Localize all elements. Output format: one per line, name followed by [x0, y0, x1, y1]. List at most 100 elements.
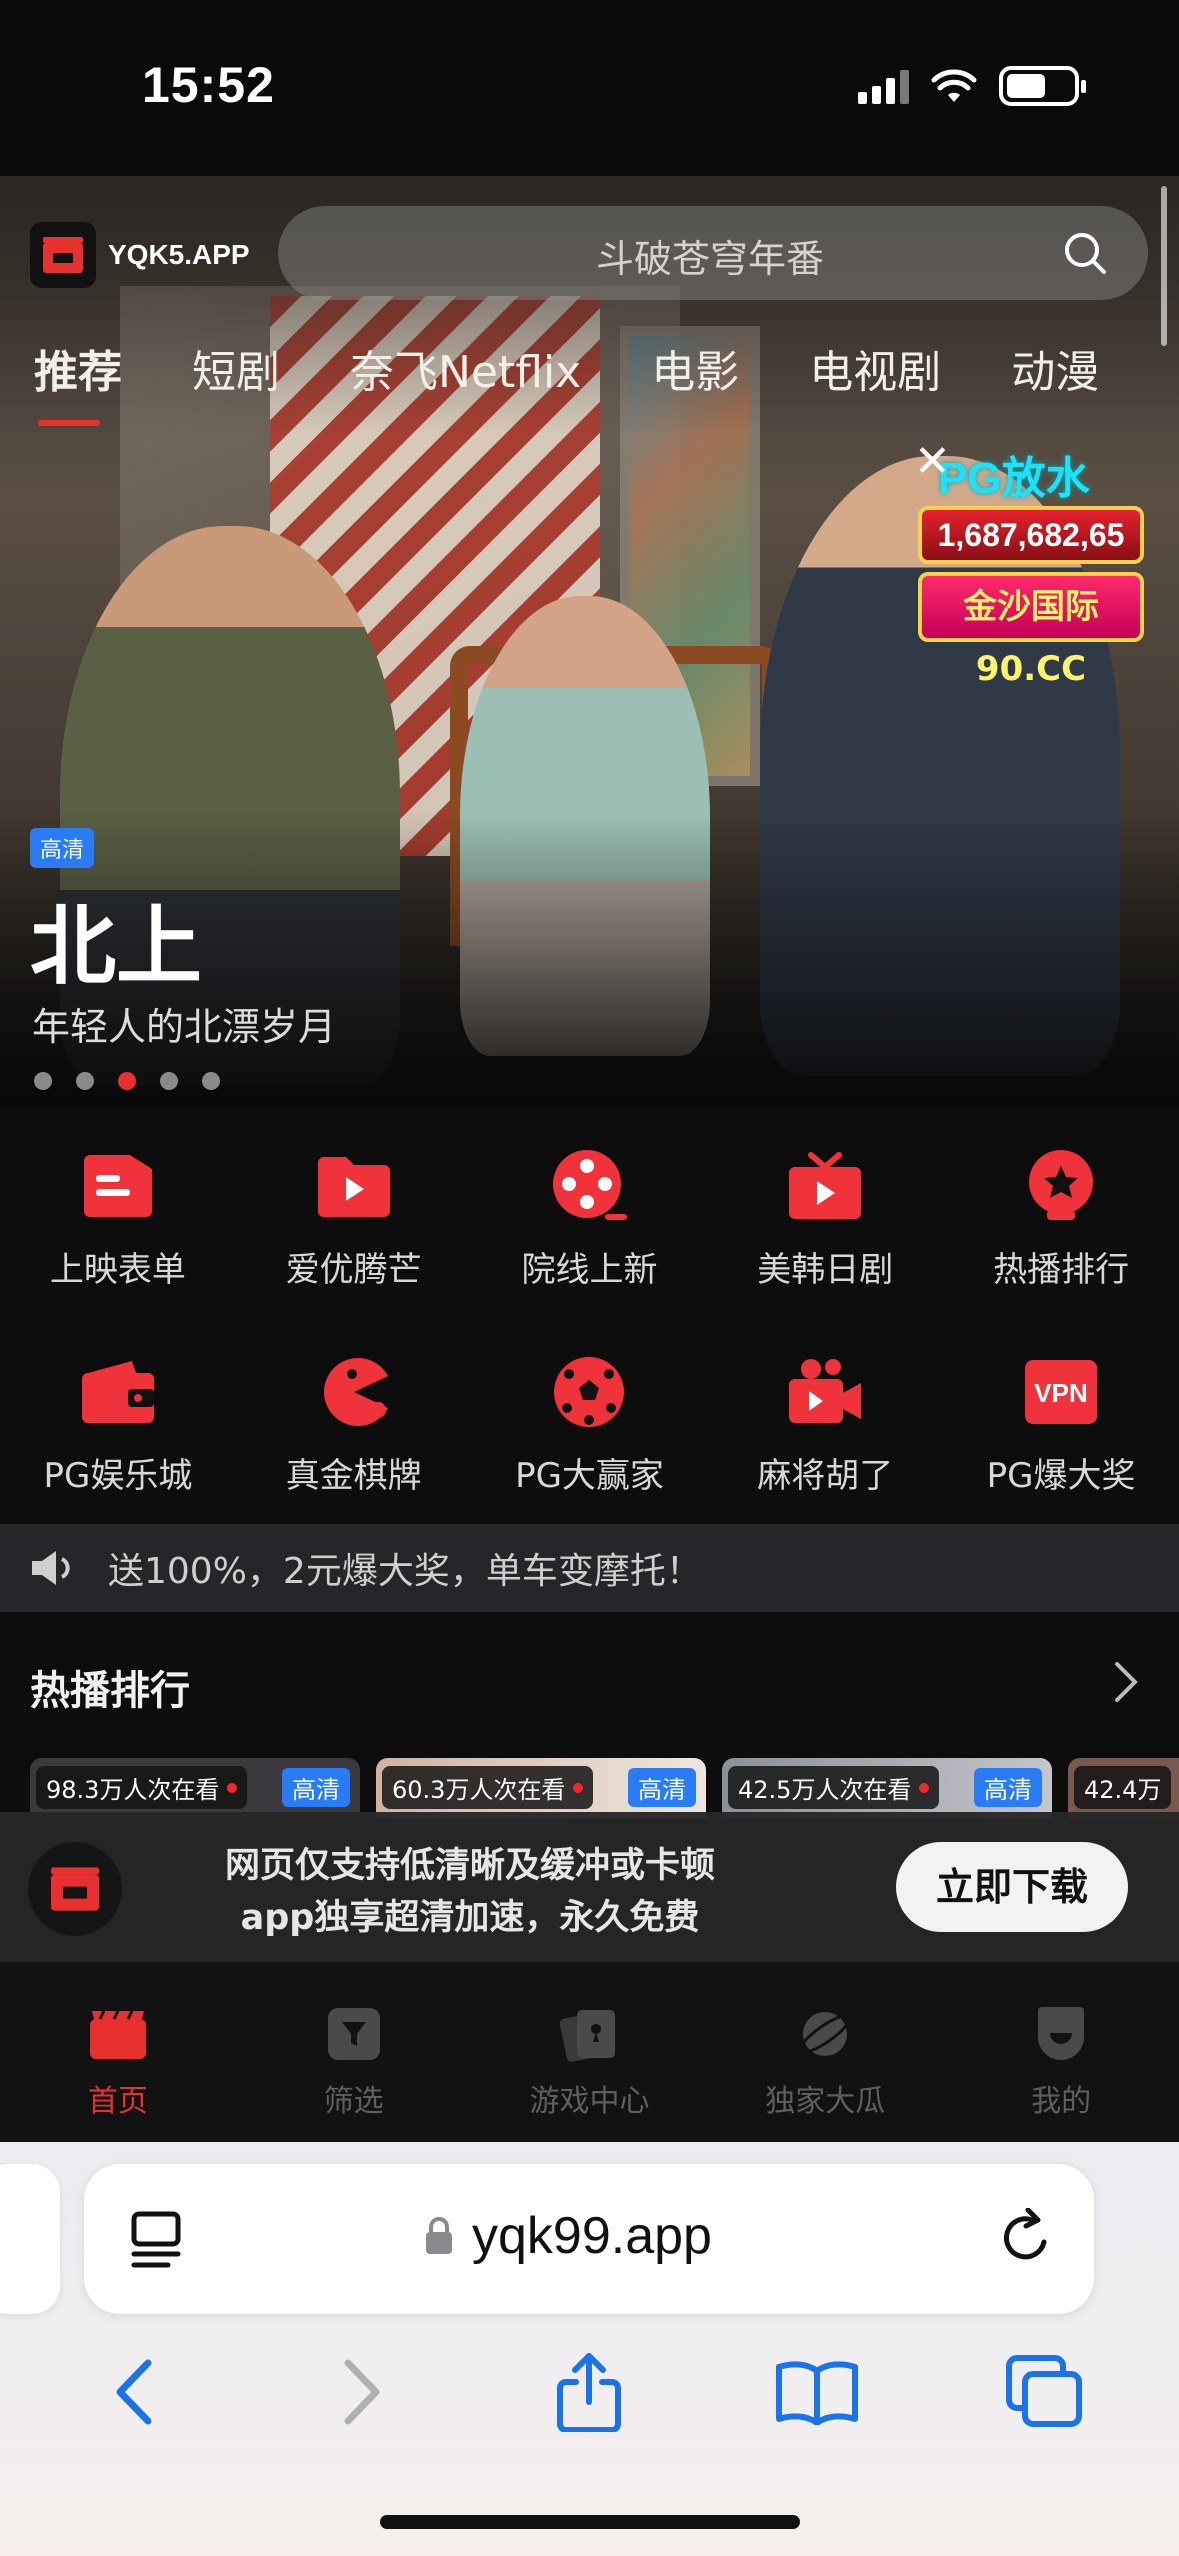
- carousel-dot[interactable]: [202, 1072, 220, 1090]
- pacman-icon: [316, 1354, 392, 1430]
- logo-icon: [30, 222, 96, 288]
- status-bar: 15:52: [0, 0, 1179, 176]
- forward-button[interactable]: [312, 2342, 412, 2442]
- chevron-left-icon: [116, 2359, 152, 2425]
- tabbar-profile[interactable]: 我的: [943, 1962, 1179, 2142]
- film-reel-icon: [551, 1148, 628, 1224]
- quality-badge: 高清: [282, 1768, 350, 1807]
- browser-chrome: yqk99.app: [0, 2142, 1179, 2556]
- status-icons: [858, 66, 1086, 106]
- bookmarks-button[interactable]: [767, 2342, 867, 2442]
- tabbar-filter[interactable]: 筛选: [236, 1962, 472, 2142]
- tab-tv-series[interactable]: 电视剧: [809, 336, 941, 400]
- download-banner: 网页仅支持低清晰及缓冲或卡顿 app独享超清加速，永久免费 立即下载: [0, 1812, 1179, 1962]
- tabbar-exclusive[interactable]: 独家大瓜: [707, 1962, 943, 2142]
- search-icon[interactable]: [1062, 230, 1108, 276]
- category-pg-winner[interactable]: PG大赢家: [472, 1354, 708, 1497]
- quality-badge: 高清: [30, 828, 95, 868]
- video-card[interactable]: 98.3万人次在看 高清: [30, 1758, 360, 1818]
- address-bar[interactable]: yqk99.app: [84, 2164, 1094, 2314]
- category-foreign-drama[interactable]: 美韩日剧: [707, 1148, 943, 1291]
- category-now-showing[interactable]: 上映表单: [0, 1148, 236, 1291]
- reload-icon[interactable]: [998, 2208, 1054, 2268]
- category-hot-ranking[interactable]: 热播排行: [943, 1148, 1179, 1291]
- category-chess-cards[interactable]: 真金棋牌: [236, 1354, 472, 1497]
- wallet-icon: [80, 1354, 156, 1430]
- category-pg-jackpot[interactable]: VPN PG爆大奖: [943, 1354, 1179, 1497]
- video-card[interactable]: 42.5万人次在看 高清: [722, 1758, 1052, 1818]
- view-count: 60.3万人次在看: [382, 1766, 594, 1809]
- quality-badge: 高清: [974, 1768, 1042, 1807]
- url-display[interactable]: yqk99.app: [424, 2206, 712, 2266]
- announcement-bar[interactable]: 送100%，2元爆大奖，单车变摩托！: [0, 1524, 1179, 1612]
- video-card[interactable]: 60.3万人次在看 高清: [376, 1758, 706, 1818]
- category-streaming[interactable]: 爱优腾芒: [236, 1148, 472, 1291]
- tabbar-home[interactable]: 首页: [0, 1962, 236, 2142]
- chevron-right-icon: [344, 2359, 380, 2425]
- browser-toolbar: [0, 2342, 1179, 2442]
- quality-badge: 高清: [628, 1768, 696, 1807]
- hero-title[interactable]: 北上: [30, 876, 202, 1001]
- share-icon: [557, 2353, 622, 2432]
- ad-title: PG放水: [938, 454, 1090, 503]
- status-time: 15:52: [142, 57, 275, 113]
- hot-card-list: 98.3万人次在看 高清 60.3万人次在看 高清 42.5万人次在看 高清 4…: [30, 1758, 1179, 1818]
- planet-icon: [795, 2004, 855, 2064]
- scroll-indicator: [1161, 186, 1167, 346]
- tv-play-icon: [787, 1148, 863, 1224]
- profile-icon: [1031, 2004, 1091, 2064]
- carousel-dot-active[interactable]: [118, 1072, 136, 1090]
- wifi-icon: [931, 69, 977, 102]
- view-count: 98.3万人次在看: [36, 1766, 248, 1809]
- soccer-ball-icon: [551, 1354, 627, 1430]
- category-tabs: 推荐 短剧 奈飞Netflix 电影 电视剧 动漫: [34, 336, 1179, 400]
- page-menu-icon[interactable]: [130, 2210, 186, 2270]
- download-message: 网页仅支持低清晰及缓冲或卡顿 app独享超清加速，永久免费: [224, 1846, 715, 1938]
- folder-play-icon: [316, 1148, 392, 1224]
- filter-icon: [324, 2004, 384, 2064]
- carousel-dot[interactable]: [160, 1072, 178, 1090]
- search-bar[interactable]: 斗破苍穹年番: [278, 206, 1148, 300]
- view-count: 42.5万人次在看: [728, 1766, 940, 1809]
- hero-subtitle: 年轻人的北漂岁月: [32, 1005, 337, 1049]
- tabs-icon: [1006, 2355, 1083, 2427]
- clapperboard-icon: [88, 2004, 148, 2064]
- home-indicator: [380, 2515, 800, 2529]
- floating-ad[interactable]: PG放水 1,687,682,65 金沙国际90.CC: [918, 442, 1148, 822]
- category-grid: 上映表单 爱优腾芒 院线上新 美韩日剧 热播排行 PG娱乐城 真金棋牌 PG大赢…: [0, 1110, 1179, 1524]
- active-tab-indicator: [38, 420, 100, 426]
- category-mahjong[interactable]: 麻将胡了: [707, 1354, 943, 1497]
- ad-close-icon[interactable]: ✕: [914, 436, 951, 487]
- tab-short-drama[interactable]: 短剧: [192, 336, 280, 400]
- share-button[interactable]: [539, 2342, 639, 2442]
- announcement-text: 送100%，2元爆大奖，单车变摩托！: [108, 1551, 702, 1592]
- book-icon: [776, 2361, 859, 2425]
- star-medal-icon: [1023, 1148, 1099, 1224]
- bottom-tab-bar: 首页 筛选 游戏中心 独家大瓜 我的: [0, 1962, 1179, 2142]
- tab-recommend[interactable]: 推荐: [34, 336, 122, 400]
- tabbar-game-center[interactable]: 游戏中心: [472, 1962, 708, 2142]
- cellular-signal-icon: [858, 68, 909, 104]
- category-pg-casino[interactable]: PG娱乐城: [0, 1354, 236, 1497]
- app-logo[interactable]: YQK5.APP: [30, 222, 250, 288]
- url-text: yqk99.app: [472, 2207, 712, 2265]
- download-button[interactable]: 立即下载: [896, 1842, 1128, 1932]
- hero-banner[interactable]: YQK5.APP 斗破苍穹年番 推荐 短剧 奈飞Netflix 电影 电视剧 动…: [0, 176, 1179, 1110]
- tab-movies[interactable]: 电影: [651, 336, 739, 400]
- tabs-button[interactable]: [995, 2342, 1095, 2442]
- view-count: 42.4万: [1074, 1766, 1172, 1809]
- tab-anime[interactable]: 动漫: [1011, 336, 1099, 400]
- carousel-dot[interactable]: [76, 1072, 94, 1090]
- search-placeholder: 斗破苍穹年番: [596, 237, 825, 281]
- back-button[interactable]: [84, 2342, 184, 2442]
- speaker-icon: [32, 1551, 70, 1585]
- category-cinema-new[interactable]: 院线上新: [472, 1148, 708, 1291]
- lock-icon: [426, 2217, 452, 2254]
- video-card[interactable]: 42.4万: [1068, 1758, 1179, 1818]
- carousel-dot[interactable]: [34, 1072, 52, 1090]
- previous-tab-preview[interactable]: [0, 2164, 60, 2314]
- cards-icon: [559, 2004, 619, 2064]
- tab-netflix[interactable]: 奈飞Netflix: [350, 336, 581, 400]
- chevron-right-icon[interactable]: [1113, 1660, 1139, 1704]
- vpn-icon: VPN: [1023, 1354, 1099, 1430]
